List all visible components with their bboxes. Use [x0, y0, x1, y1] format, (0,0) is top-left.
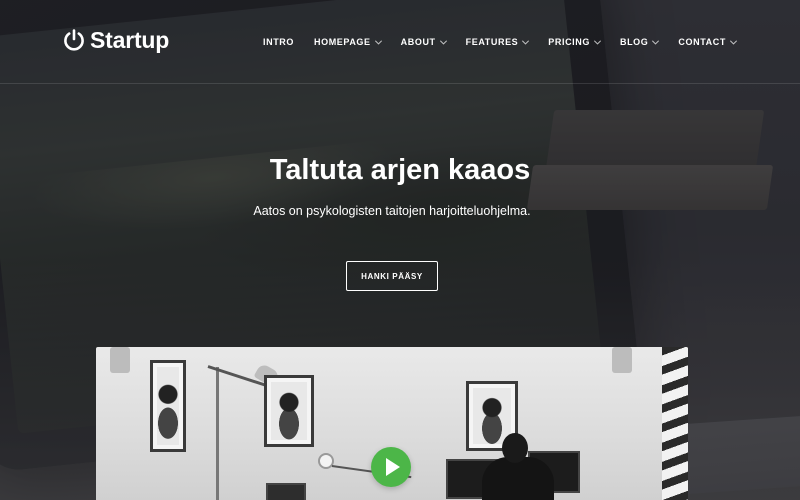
nav-item-about[interactable]: ABOUT: [400, 34, 447, 50]
speaker-image: [110, 347, 130, 373]
play-icon: [386, 458, 400, 476]
play-button[interactable]: [371, 447, 411, 487]
nav-item-label: BLOG: [619, 37, 649, 47]
laptop-image: [266, 483, 306, 500]
hero-title: Taltuta arjen kaaos: [269, 154, 531, 186]
chevron-down-icon: [593, 37, 602, 45]
get-access-button[interactable]: HANKI PÄÄSY: [346, 261, 438, 291]
nav-item-intro[interactable]: INTRO: [263, 34, 294, 50]
striped-wall: [662, 347, 688, 500]
video-preview[interactable]: [96, 347, 688, 500]
brand-name: Startup: [90, 26, 170, 53]
hero-subtitle: Aatos on psykologisten taitojen harjoitt…: [253, 204, 531, 218]
power-icon: [62, 28, 86, 52]
nav-item-contact[interactable]: CONTACT: [678, 34, 737, 50]
poster-image: [150, 360, 186, 452]
chevron-down-icon: [439, 37, 447, 45]
nav-item-label: HOMEPAGE: [314, 37, 371, 47]
nav-item-homepage[interactable]: HOMEPAGE: [314, 34, 382, 50]
chevron-down-icon: [729, 37, 737, 45]
main-nav: INTRO HOMEPAGE ABOUT FEATURES PRICING BL…: [263, 34, 737, 50]
nav-item-label: ABOUT: [400, 37, 436, 47]
speaker-image: [612, 347, 632, 373]
nav-item-pricing[interactable]: PRICING: [548, 34, 602, 50]
nav-item-label: INTRO: [263, 37, 294, 47]
chevron-down-icon: [522, 37, 530, 45]
nav-item-label: CONTACT: [678, 37, 726, 47]
chevron-down-icon: [374, 37, 382, 45]
nav-item-label: FEATURES: [465, 37, 519, 47]
poster-image: [264, 375, 314, 447]
nav-item-features[interactable]: FEATURES: [465, 34, 530, 50]
logo-link[interactable]: Startup: [62, 24, 169, 56]
nav-item-label: PRICING: [548, 37, 590, 47]
chevron-down-icon: [652, 37, 660, 45]
person-image: [482, 457, 554, 500]
nav-item-blog[interactable]: BLOG: [619, 34, 660, 50]
site-header: Startup INTRO HOMEPAGE ABOUT FEATURES PR…: [0, 0, 800, 84]
